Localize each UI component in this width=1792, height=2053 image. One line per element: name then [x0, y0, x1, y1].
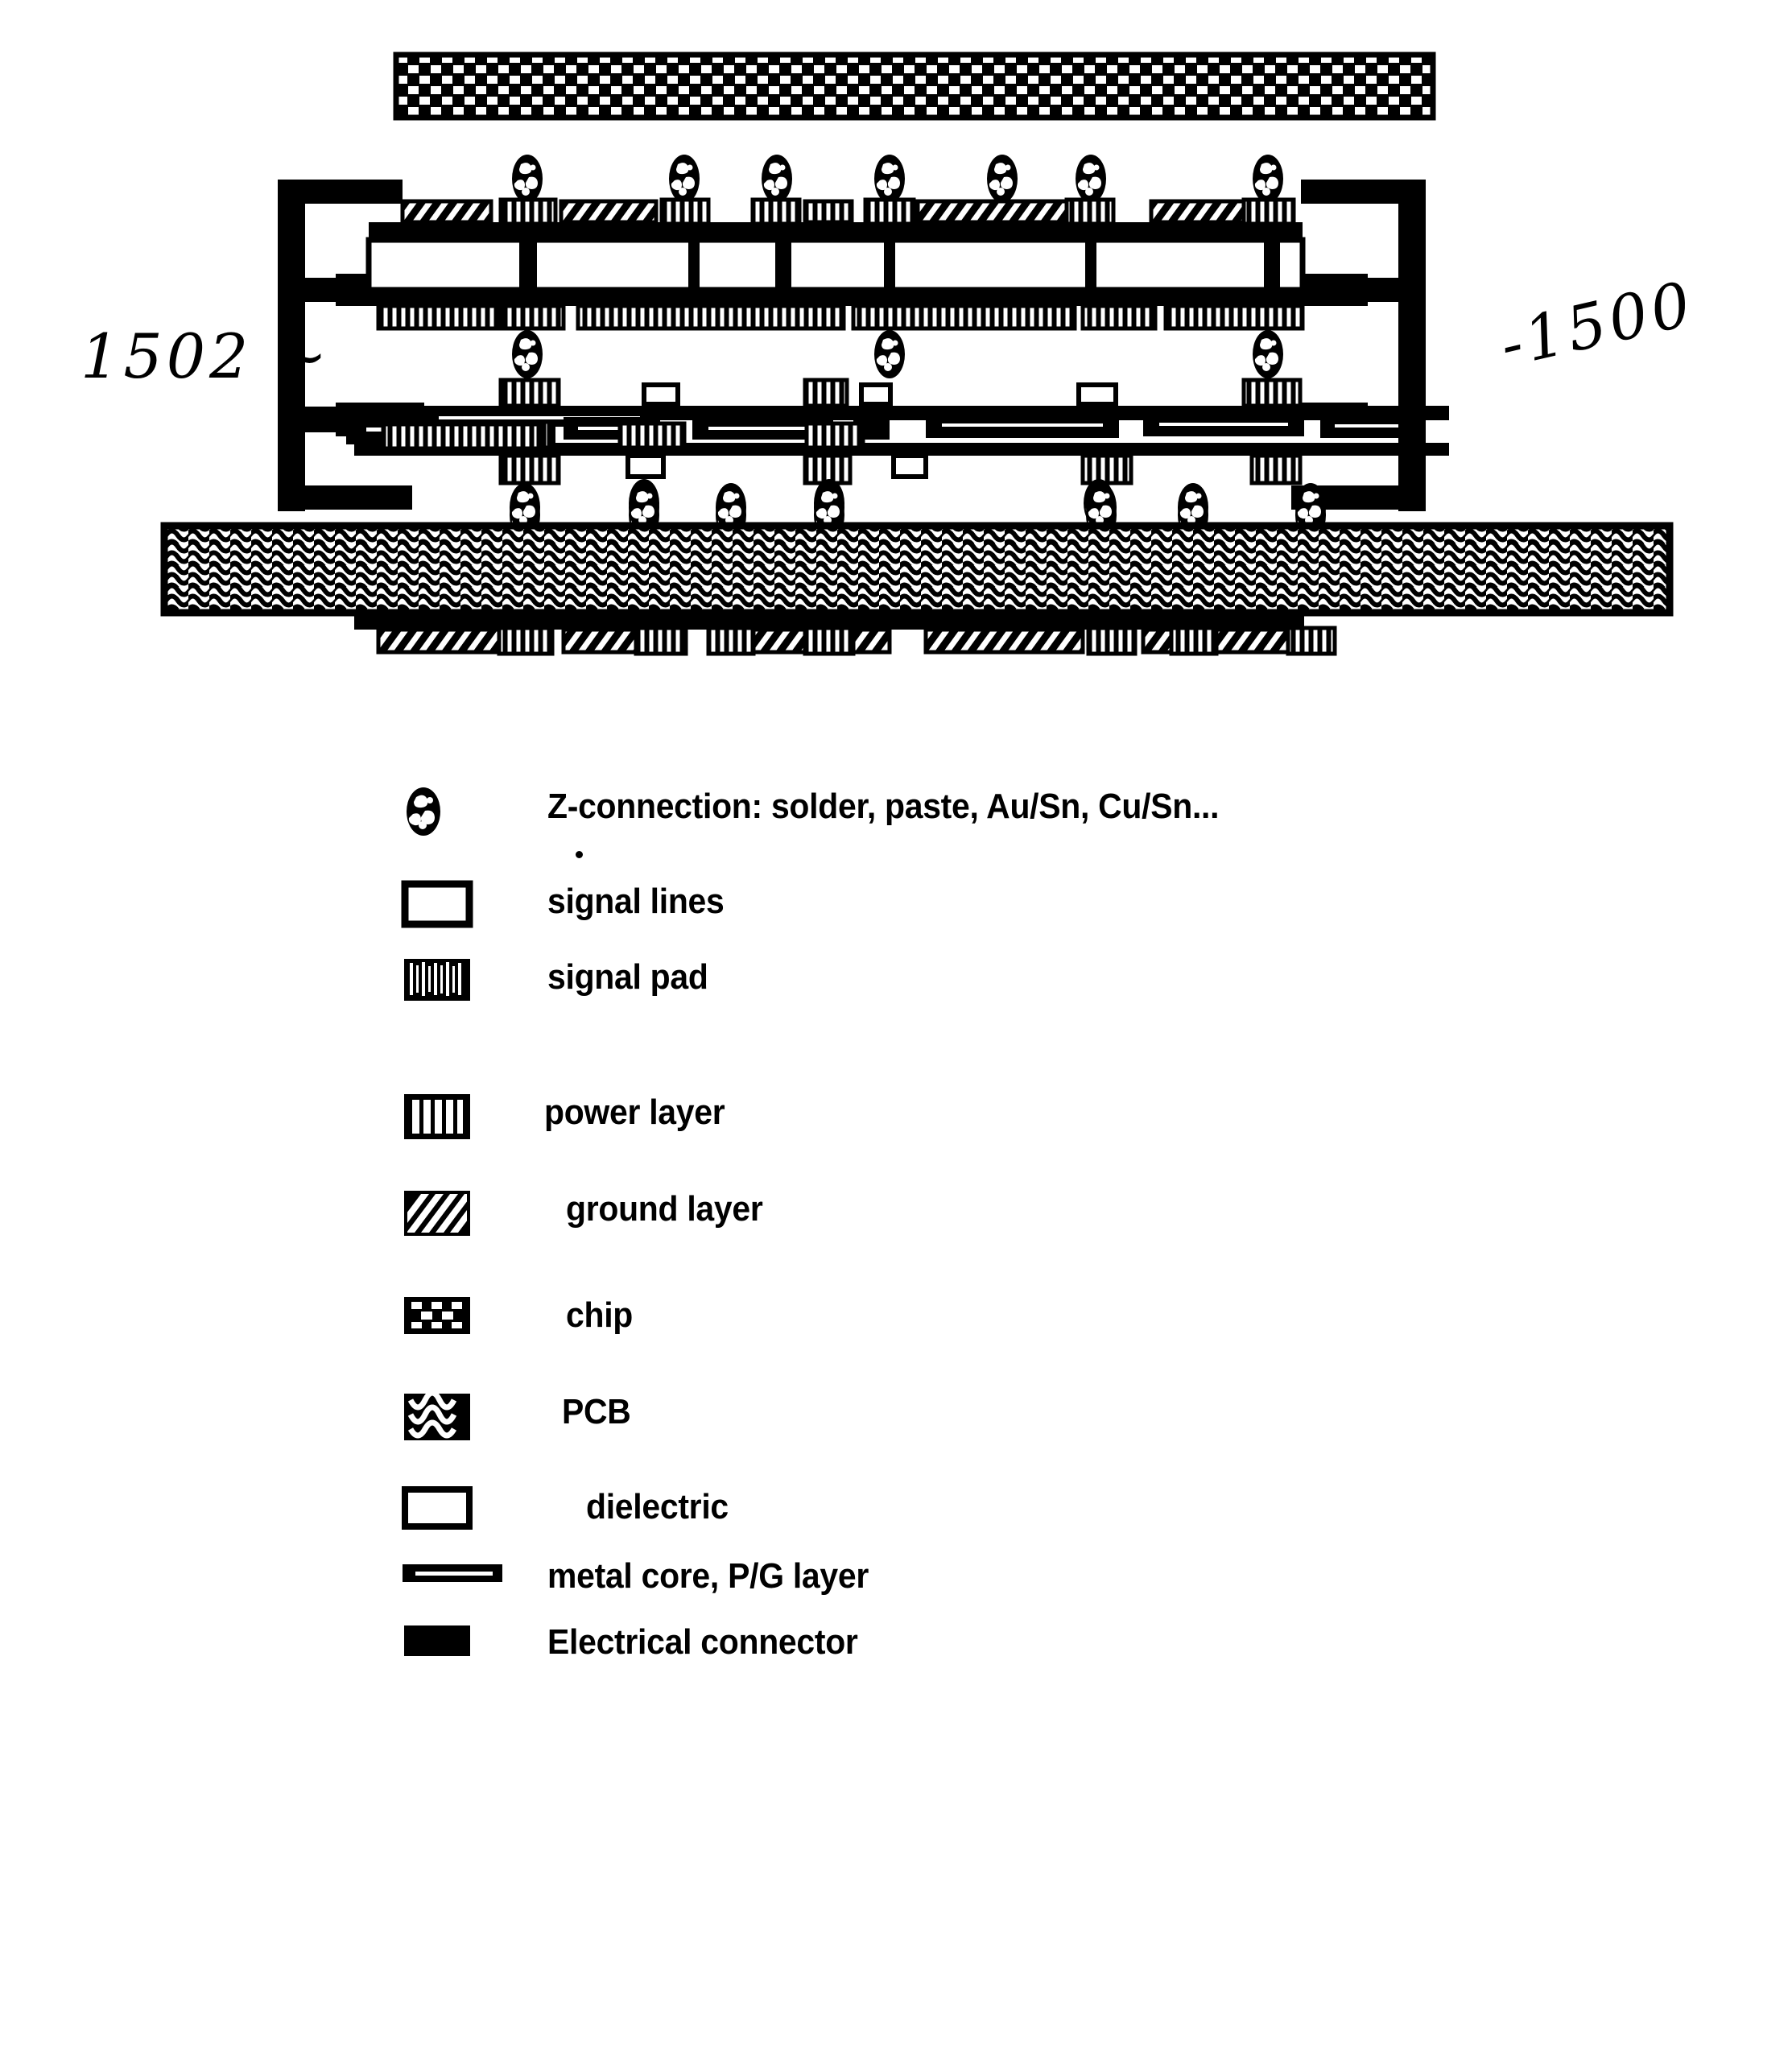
upper-substrate [365, 197, 1306, 331]
solder-row-top [512, 155, 1283, 203]
legend-label-z-connection: Z-connection: solder, paste, Au/Sn, Cu/S… [547, 787, 1220, 826]
bottom-pcb [160, 522, 1674, 617]
solid-black-box-icon [401, 1622, 473, 1663]
solder-row-mid-upper [512, 330, 1283, 378]
dense-striped-box-icon [401, 956, 473, 1008]
solder-ball-icon [401, 785, 446, 842]
legend-label-signal-pad: signal pad [547, 957, 708, 997]
vertical-stripe-box-icon [401, 1091, 473, 1146]
patent-figure: 1502 ~ -1500 Z-connection: solder, paste… [0, 0, 1792, 2053]
legend-label-pcb: PCB [562, 1392, 631, 1431]
plain-box-icon [401, 1485, 473, 1535]
solder-row-mid-lower [629, 479, 1114, 527]
solid-bar-with-line-icon [401, 1559, 506, 1589]
bottom-substrate [382, 422, 547, 451]
reference-numeral-1502: 1502 ~ [81, 320, 332, 392]
legend-label-ground-layer: ground layer [566, 1189, 763, 1229]
legend-label-metal-core: metal core, P/G layer [547, 1556, 869, 1596]
checkerboard-box-icon [401, 1294, 473, 1341]
legend-label-signal-lines: signal lines [547, 882, 725, 921]
legend-label-electrical-connector: Electrical connector [547, 1622, 858, 1662]
outlined-box-icon [401, 880, 473, 932]
wave-box-icon [401, 1390, 473, 1448]
top-chip [393, 52, 1436, 121]
legend-label-power-layer: power layer [544, 1093, 725, 1132]
lower-package [382, 422, 541, 451]
ink-artifact-dot [576, 851, 583, 858]
diagonal-hatch-box-icon [401, 1188, 473, 1243]
legend-label-dielectric: dielectric [586, 1487, 729, 1526]
legend-label-chip: chip [566, 1295, 634, 1335]
